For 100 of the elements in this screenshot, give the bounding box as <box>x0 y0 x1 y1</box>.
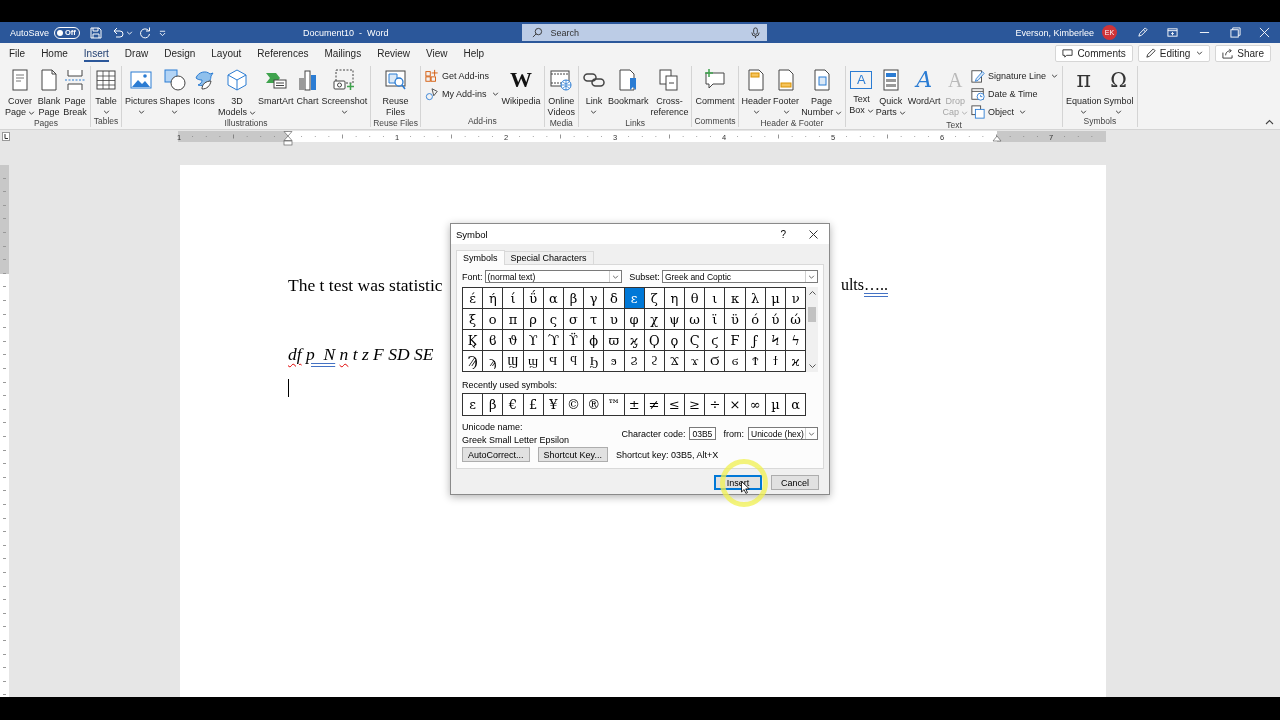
ribbon-button[interactable]: SmartArt <box>257 67 295 107</box>
symbol-cell[interactable]: ρ <box>523 309 544 330</box>
symbol-cell[interactable]: ξ <box>463 309 484 330</box>
symbol-cell[interactable]: γ <box>584 288 605 309</box>
symbol-cell[interactable]: ≠ <box>644 394 665 416</box>
right-indent-marker-icon[interactable] <box>992 135 1002 142</box>
help-button[interactable]: ? <box>777 228 789 240</box>
ribbon-button[interactable]: Bookmark <box>606 67 650 107</box>
ribbon-button[interactable]: Comment <box>694 67 736 107</box>
symbol-cell[interactable]: ϣ <box>523 351 544 372</box>
symbol-cell[interactable]: ν <box>786 288 807 309</box>
scroll-thumb[interactable] <box>808 307 817 322</box>
symbol-cell[interactable]: ϛ <box>705 330 726 351</box>
collapse-ribbon-icon[interactable] <box>1265 119 1274 125</box>
symbol-cell[interactable]: ι <box>705 288 726 309</box>
symbol-cell[interactable]: ÷ <box>705 394 726 416</box>
symbol-cell[interactable]: ≤ <box>664 394 686 416</box>
symbol-cell[interactable]: ε <box>463 394 484 416</box>
symbol-cell[interactable]: Ϫ <box>664 351 686 372</box>
ribbon-tab[interactable]: Draw <box>116 43 157 63</box>
symbol-cell[interactable]: φ <box>624 309 645 330</box>
symbol-cell[interactable]: α <box>786 394 807 416</box>
symbol-cell[interactable]: ϰ <box>786 351 807 372</box>
scroll-up-icon[interactable] <box>808 291 816 295</box>
ribbon-action-button[interactable]: Editing <box>1137 44 1211 62</box>
ribbon-button[interactable]: 3D Models <box>217 67 258 118</box>
symbol-cell[interactable]: ϭ <box>725 351 746 372</box>
ribbon-tab[interactable]: Help <box>455 43 493 63</box>
undo-icon[interactable] <box>112 26 125 39</box>
symbol-cell[interactable]: ϗ <box>624 330 645 351</box>
ribbon-button[interactable]: W Wikipedia <box>500 67 542 107</box>
ribbon-button[interactable]: Online Videos <box>546 67 576 118</box>
symbol-cell[interactable]: ζ <box>644 288 665 309</box>
ribbon-action-button[interactable]: Share <box>1215 44 1271 62</box>
symbol-cell[interactable]: Ϡ <box>463 351 484 372</box>
ribbon-button[interactable]: Signature Line <box>969 68 1061 84</box>
symbol-cell[interactable]: × <box>725 394 746 416</box>
ribbon-button[interactable]: Page Break <box>62 67 89 118</box>
symbol-cell[interactable]: ≥ <box>685 394 706 416</box>
symbol-cell[interactable]: Ϟ <box>765 330 786 351</box>
character-code-field[interactable]: 03B5 <box>689 427 717 440</box>
symbol-cell[interactable]: ϟ <box>786 330 807 351</box>
symbol-cell[interactable]: ϝ <box>745 330 766 351</box>
pen-icon[interactable] <box>1137 27 1148 38</box>
symbol-cell[interactable]: ϫ <box>685 351 706 372</box>
dialog-tab[interactable]: Symbols <box>456 250 505 265</box>
close-icon[interactable] <box>809 229 818 239</box>
ribbon-button[interactable]: Date & Time <box>969 86 1061 102</box>
symbol-cell[interactable]: Ϩ <box>624 351 645 372</box>
symbol-cell[interactable]: λ <box>745 288 766 309</box>
ribbon-button[interactable]: A WordArt <box>906 67 942 107</box>
symbol-cell[interactable]: ∞ <box>745 394 766 416</box>
symbol-cell[interactable]: ϑ <box>503 330 524 351</box>
symbol-cell[interactable]: ί <box>503 288 524 309</box>
microphone-icon[interactable] <box>750 27 762 38</box>
ribbon-button[interactable]: Cover Page <box>4 67 37 118</box>
ribbon-button[interactable]: Ω Symbol <box>1102 67 1135 114</box>
symbol-cell[interactable]: Ϧ <box>584 351 605 372</box>
symbol-cell[interactable]: £ <box>523 394 544 416</box>
ribbon-button[interactable]: Shapes <box>158 67 192 114</box>
dialog-button[interactable]: Shortcut Key... <box>537 447 608 462</box>
symbol-cell[interactable]: ϐ <box>483 330 504 351</box>
symbol-cell[interactable]: ϊ <box>705 309 726 330</box>
dialog-tab[interactable]: Special Characters <box>503 251 594 264</box>
symbol-cell[interactable]: χ <box>644 309 665 330</box>
save-icon[interactable] <box>90 26 103 39</box>
ribbon-button[interactable]: Get Add-ins <box>423 68 501 84</box>
symbol-cell[interactable]: Ϣ <box>503 351 524 372</box>
symbol-cell[interactable]: ε <box>624 288 645 309</box>
ribbon-tab[interactable]: References <box>249 43 317 63</box>
ribbon-button[interactable]: Icons <box>191 67 218 107</box>
ribbon-button[interactable]: Reuse Files <box>381 67 410 118</box>
symbol-cell[interactable]: ϡ <box>483 351 504 372</box>
symbol-cell[interactable]: μ <box>765 288 786 309</box>
symbol-cell[interactable]: ό <box>745 309 766 330</box>
symbol-cell[interactable]: π <box>503 309 524 330</box>
symbol-cell[interactable]: µ <box>765 394 786 416</box>
dialog-button[interactable]: Cancel <box>771 475 819 490</box>
symbol-cell[interactable]: τ <box>584 309 605 330</box>
font-dropdown[interactable]: (normal text) <box>484 270 623 283</box>
search-field[interactable]: Search <box>522 24 768 41</box>
symbol-cell[interactable]: ϯ <box>765 351 786 372</box>
symbol-cell[interactable]: Ϯ <box>745 351 766 372</box>
ribbon-button[interactable]: Table <box>93 67 120 114</box>
ribbon-button[interactable]: Chart <box>294 67 321 107</box>
symbol-cell[interactable]: ΰ <box>523 288 544 309</box>
ribbon-button[interactable]: A Text Box <box>848 67 875 116</box>
symbol-cell[interactable]: Ϗ <box>463 330 484 351</box>
symbol-cell[interactable]: ϩ <box>644 351 665 372</box>
ribbon-tab[interactable]: Mailings <box>316 43 370 63</box>
symbol-cell[interactable]: Ϥ <box>543 351 564 372</box>
symbol-cell[interactable]: κ <box>725 288 746 309</box>
symbol-cell[interactable]: ™ <box>604 394 625 416</box>
symbol-cell[interactable]: ύ <box>765 309 786 330</box>
scrollbar[interactable] <box>806 287 818 372</box>
from-dropdown[interactable]: Unicode (hex) <box>748 427 818 440</box>
symbol-cell[interactable]: ω <box>685 309 706 330</box>
symbol-cell[interactable]: έ <box>463 288 484 309</box>
ribbon-button[interactable]: Quick Parts <box>874 67 907 118</box>
subset-dropdown[interactable]: Greek and Coptic <box>661 270 818 283</box>
